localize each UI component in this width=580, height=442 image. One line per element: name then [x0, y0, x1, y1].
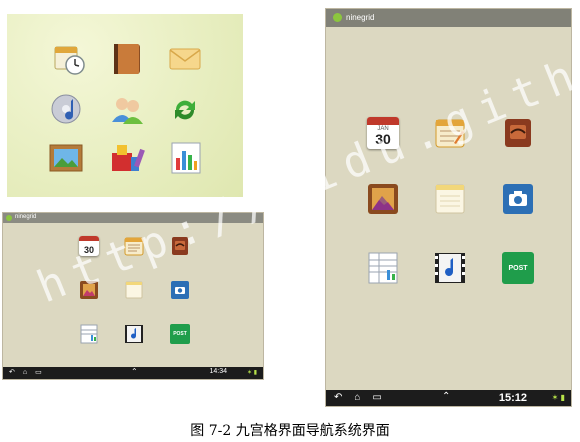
phone-book-icon[interactable] — [170, 236, 190, 256]
music-video-icon[interactable] — [434, 252, 466, 284]
gallery-icon[interactable] — [79, 280, 99, 300]
chevron-up-icon[interactable]: ⌃ — [442, 391, 450, 402]
music-video-icon[interactable] — [124, 324, 144, 344]
calendar-icon[interactable]: JAN 30 — [367, 117, 399, 149]
contacts-people-icon[interactable] — [110, 94, 144, 126]
post-label: POST — [508, 264, 528, 272]
calendar-day: 30 — [375, 131, 391, 148]
app-title-bar: ninegrid — [3, 213, 263, 223]
notepad-icon[interactable] — [124, 236, 144, 256]
figure-caption: 图 7-2 九宫格界面导航系统界面 — [190, 423, 390, 439]
app-logo-icon — [6, 215, 12, 221]
calendar-clock-icon[interactable] — [53, 43, 85, 75]
app-title-bar: ninegrid — [326, 9, 571, 27]
post-box-icon[interactable]: POST — [170, 324, 190, 344]
signal-battery-icon: ✶ ▮ — [551, 393, 565, 402]
paint-tools-icon[interactable] — [109, 141, 147, 175]
app-logo-icon — [333, 13, 342, 22]
notepad-icon[interactable] — [434, 117, 466, 149]
clock: 14:34 — [209, 368, 227, 375]
gallery-icon[interactable] — [367, 183, 399, 215]
nav-buttons[interactable]: ↶⌂▭ — [334, 392, 394, 403]
bar-chart-icon[interactable] — [171, 142, 201, 174]
spreadsheet-icon[interactable] — [79, 324, 99, 344]
post-label: POST — [173, 331, 187, 337]
system-navigation-bar: ↶⌂▭ ⌃ 15:12 ✶ ▮ — [326, 390, 571, 406]
post-box-icon[interactable]: POST — [502, 252, 534, 284]
memo-icon[interactable] — [434, 183, 466, 215]
sync-refresh-icon[interactable] — [170, 95, 200, 125]
app-name: ninegrid — [346, 13, 375, 22]
app-name: ninegrid — [15, 214, 37, 220]
envelope-icon[interactable] — [169, 46, 201, 72]
chevron-up-icon[interactable]: ⌃ — [131, 367, 138, 376]
clock: 15:12 — [498, 392, 527, 404]
camera-icon[interactable] — [170, 280, 190, 300]
address-book-icon[interactable] — [111, 42, 143, 76]
nav-buttons[interactable]: ↶⌂▭ — [9, 368, 50, 376]
calendar-icon[interactable]: 30 — [79, 236, 99, 256]
memo-icon[interactable] — [124, 280, 144, 300]
camera-icon[interactable] — [502, 183, 534, 215]
spreadsheet-icon[interactable] — [367, 252, 399, 284]
picture-frame-icon[interactable] — [49, 143, 83, 173]
portrait-tablet-screen: ninegrid JAN 30 POST ↶⌂▭ ⌃ 15:12 ✶ ▮ — [325, 8, 572, 407]
system-navigation-bar: ↶⌂▭ ⌃ 14:34 ✶ ▮ — [3, 367, 263, 379]
signal-battery-icon: ✶ ▮ — [247, 370, 257, 376]
calendar-day: 30 — [83, 244, 94, 255]
landscape-tablet-screen: ninegrid 30 POST ↶⌂▭ ⌃ 14:34 ✶ ▮ — [2, 212, 264, 380]
music-disc-icon[interactable] — [51, 93, 83, 127]
phone-book-icon[interactable] — [502, 117, 534, 149]
ninegrid-icon-panel — [7, 14, 243, 197]
